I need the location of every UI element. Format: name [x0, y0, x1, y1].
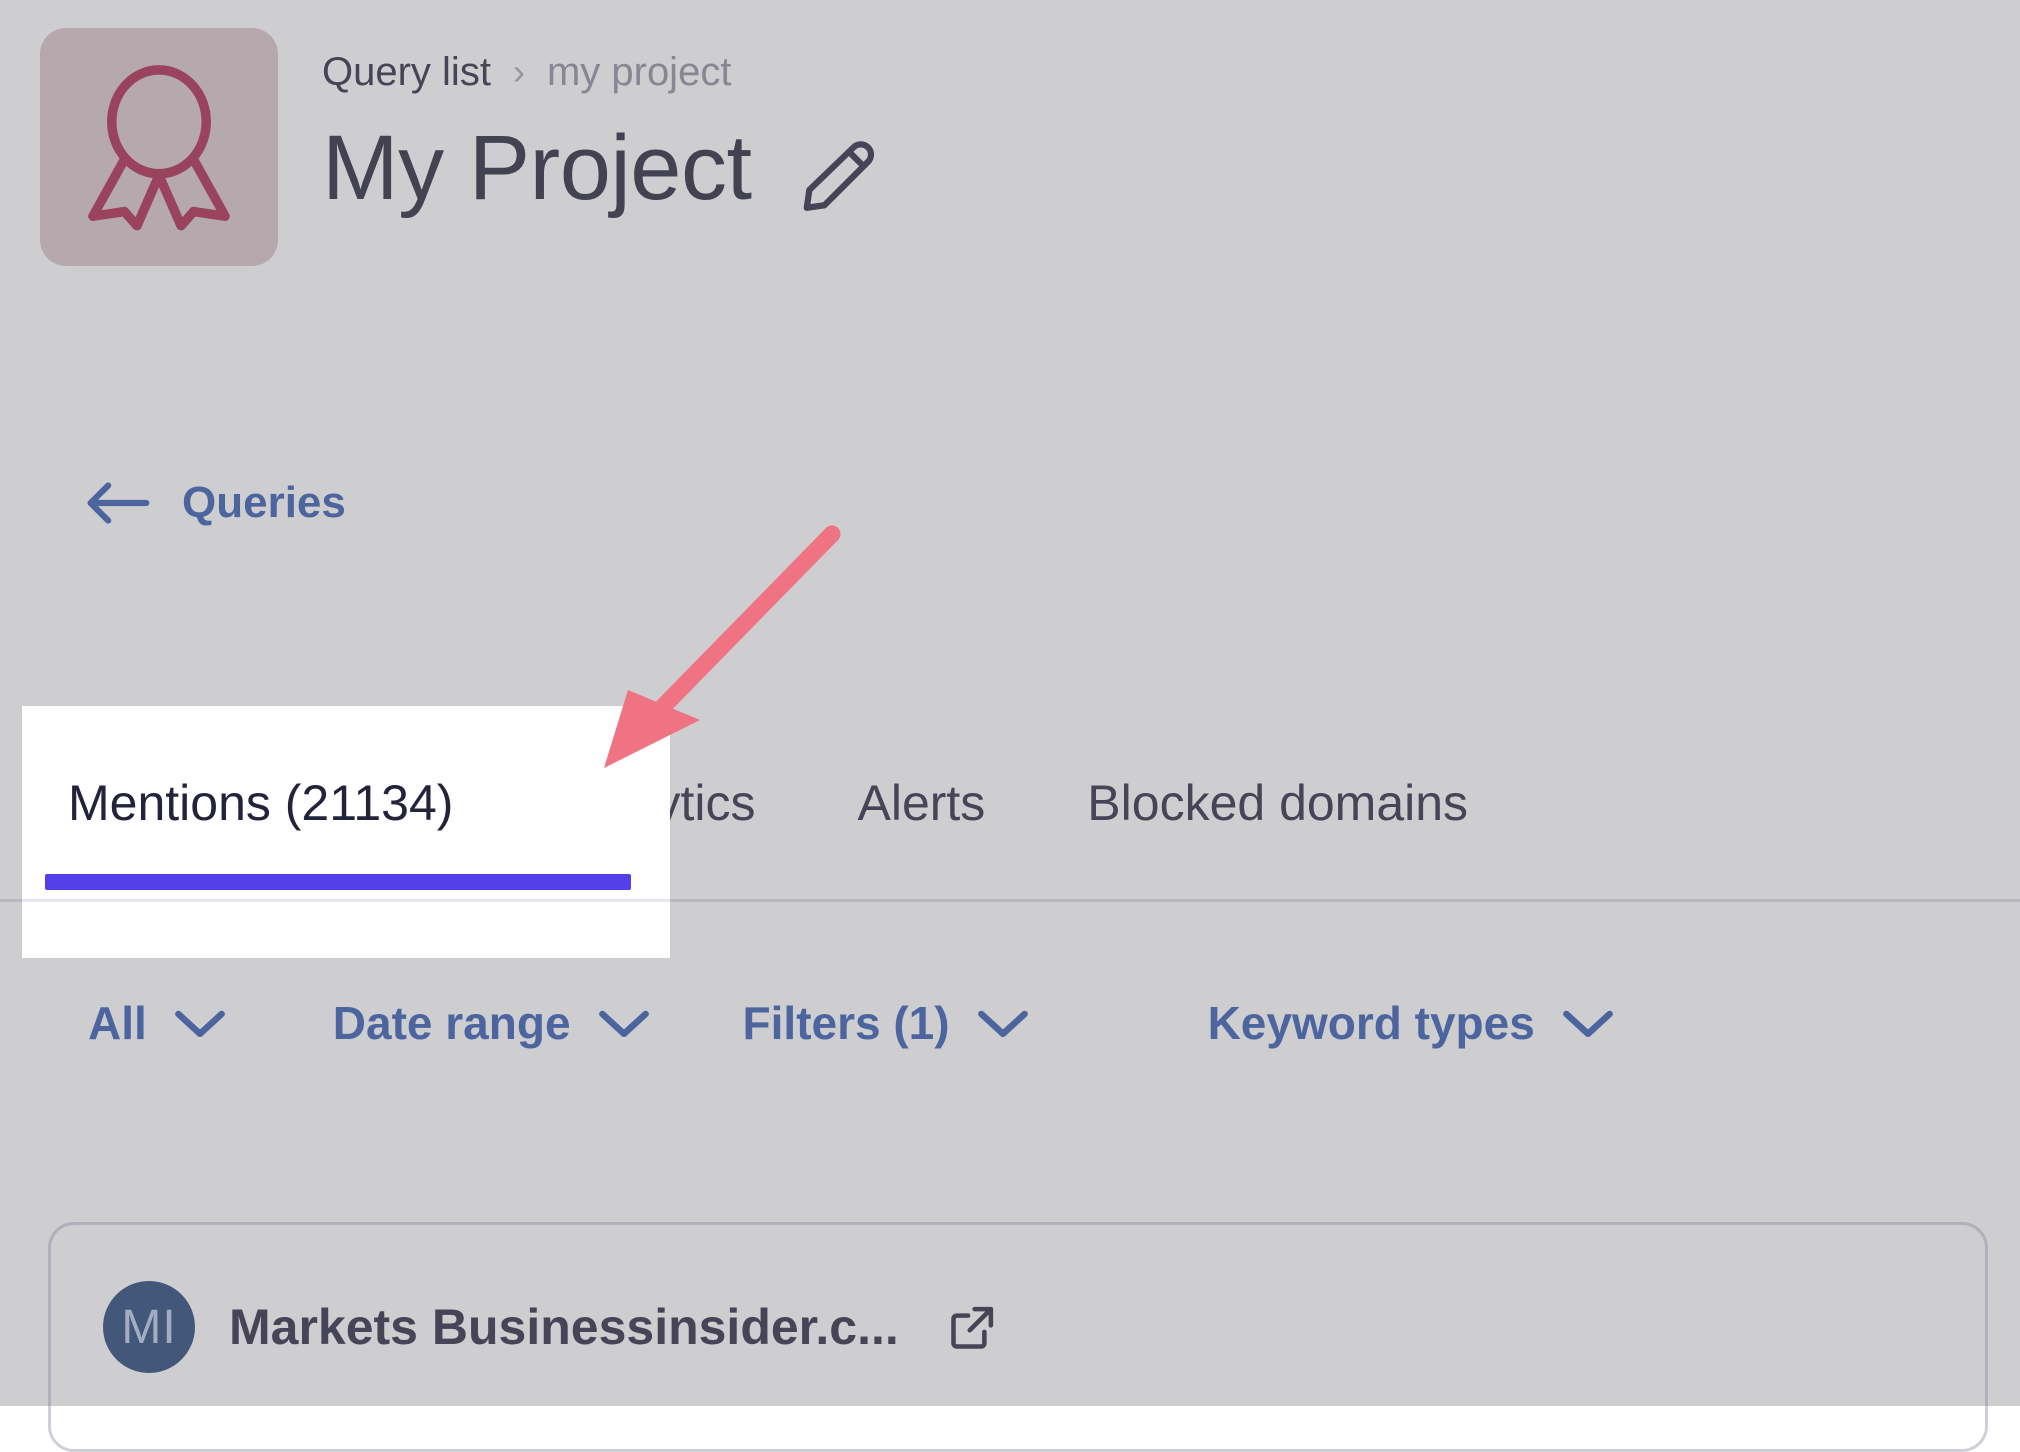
avatar: MI	[103, 1281, 195, 1373]
chevron-down-icon	[597, 1006, 651, 1040]
tab-analytics[interactable]: Analytics	[555, 760, 755, 828]
tab-blocked-domains[interactable]: Blocked domains	[1087, 760, 1468, 828]
filter-date-range-label: Date range	[332, 997, 571, 1049]
filter-all-label: All	[88, 997, 147, 1049]
award-ribbon-icon	[79, 62, 239, 232]
chevron-down-icon	[1561, 1006, 1615, 1040]
chevron-right-icon: ›	[512, 51, 525, 92]
tab-bar: Mentions (21134) Analytics Alerts Blocke…	[0, 760, 2020, 900]
filter-keyword-types-label: Keyword types	[1207, 997, 1535, 1049]
pencil-edit-icon[interactable]	[798, 136, 876, 214]
tab-mentions[interactable]: Mentions (21134)	[68, 760, 453, 828]
filter-keyword-types-dropdown[interactable]: Keyword types	[1208, 1000, 1615, 1046]
breadcrumb: Query list › my project	[322, 52, 731, 92]
external-link-icon[interactable]	[947, 1301, 999, 1353]
app-page: Query list › my project My Project Queri…	[0, 0, 2020, 1452]
title-row: My Project	[322, 117, 876, 219]
breadcrumb-root-link[interactable]: Query list	[322, 52, 491, 92]
chevron-down-icon	[173, 1006, 227, 1040]
breadcrumb-current: my project	[546, 50, 732, 94]
back-to-queries-link[interactable]: Queries	[84, 478, 346, 528]
project-avatar-tile	[40, 28, 278, 266]
tab-bar-divider	[0, 899, 2020, 902]
mention-source-row: MI Markets Businessinsider.c...	[103, 1281, 999, 1373]
tab-alerts[interactable]: Alerts	[857, 760, 985, 828]
arrow-left-icon	[84, 481, 150, 525]
filter-date-range-dropdown[interactable]: Date range	[333, 1000, 651, 1046]
chevron-down-icon	[976, 1006, 1030, 1040]
filter-bar: All Date range Filters (1) Keyword types	[0, 1000, 1615, 1046]
back-link-label: Queries	[182, 478, 346, 527]
filter-filters-dropdown[interactable]: Filters (1)	[743, 1000, 1030, 1046]
page-title: My Project	[322, 117, 752, 219]
mention-card[interactable]: MI Markets Businessinsider.c...	[48, 1222, 1988, 1452]
filter-all-dropdown[interactable]: All	[88, 1000, 227, 1046]
mention-source-name: Markets Businessinsider.c...	[229, 1299, 899, 1355]
filter-filters-label: Filters (1)	[742, 997, 950, 1049]
